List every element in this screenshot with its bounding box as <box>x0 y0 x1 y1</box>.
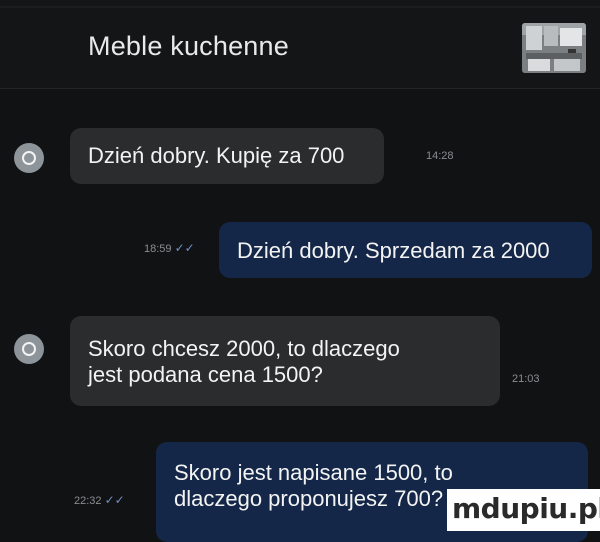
message-time: 14:28 <box>426 150 454 162</box>
watermark-logo: mdupiu.pl <box>452 492 600 525</box>
read-receipt-icon: ✓✓ <box>174 241 195 255</box>
message-text: Dzień dobry. Kupię za 700 <box>88 143 345 168</box>
chat-header: Meble kuchenne <box>0 0 600 89</box>
avatar-placeholder-icon <box>22 151 36 165</box>
message-bubble-outgoing[interactable]: Dzień dobry. Sprzedam za 2000 <box>219 222 592 278</box>
header-divider <box>0 6 600 8</box>
message-text-line: Skoro chcesz 2000, to dlaczego <box>88 336 400 361</box>
message-text: Dzień dobry. Sprzedam za 2000 <box>237 238 550 263</box>
avatar-placeholder-icon <box>22 342 36 356</box>
kitchen-furniture-photo-icon <box>522 23 586 73</box>
message-time: 22:32 ✓✓ <box>74 493 125 507</box>
listing-thumbnail[interactable] <box>522 23 586 73</box>
message-bubble-incoming[interactable]: Skoro chcesz 2000, to dlaczego jest poda… <box>70 316 500 406</box>
message-time: 18:59 ✓✓ <box>144 241 195 255</box>
sender-avatar[interactable] <box>14 143 44 173</box>
chat-title[interactable]: Meble kuchenne <box>88 31 289 62</box>
message-bubble-incoming[interactable]: Dzień dobry. Kupię za 700 <box>70 128 384 184</box>
sender-avatar[interactable] <box>14 334 44 364</box>
message-text-line: Skoro jest napisane 1500, to <box>174 460 453 485</box>
message-time-value: 22:32 <box>74 495 102 507</box>
message-time-value: 18:59 <box>144 243 172 255</box>
message-time: 21:03 <box>512 373 540 385</box>
message-text-line: jest podana cena 1500? <box>88 362 323 387</box>
read-receipt-icon: ✓✓ <box>104 493 125 507</box>
